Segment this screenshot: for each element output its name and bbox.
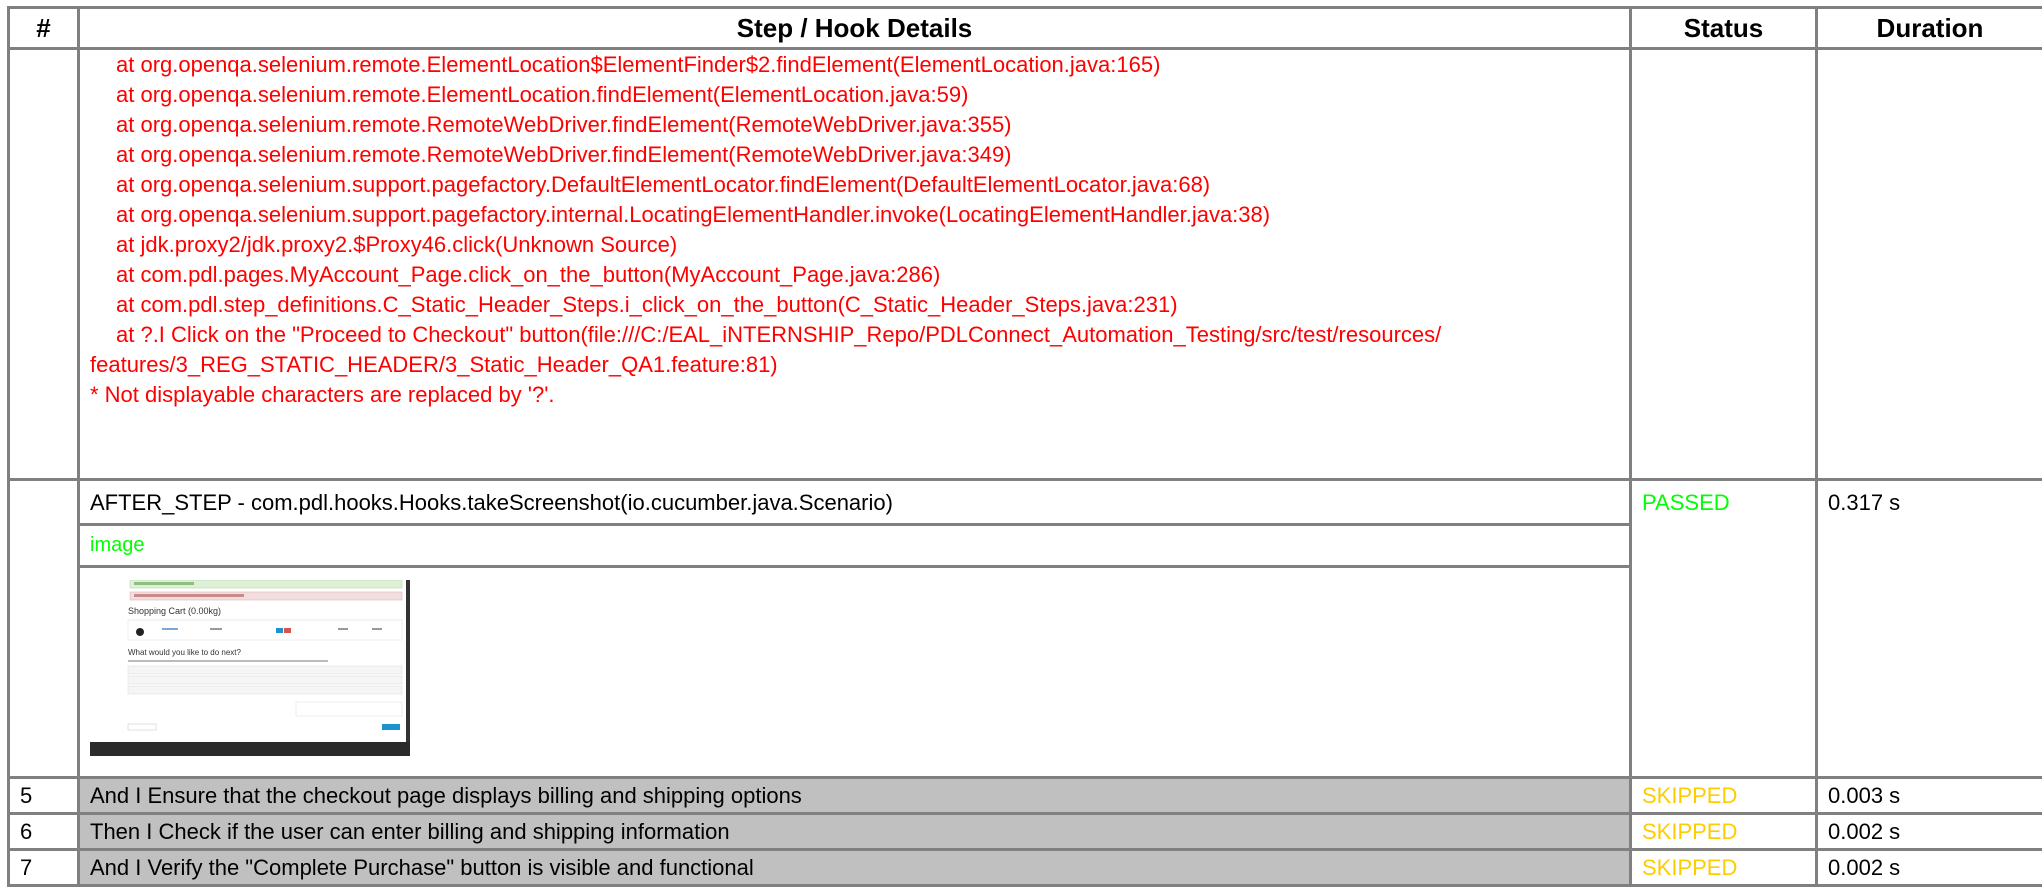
step-status: SKIPPED xyxy=(1631,814,1817,850)
stack-trace-status-cell xyxy=(1631,49,1817,480)
trace-line: at com.pdl.pages.MyAccount_Page.click_on… xyxy=(90,260,1619,290)
hook-row: AFTER_STEP - com.pdl.hooks.Hooks.takeScr… xyxy=(9,480,2042,778)
header-num: # xyxy=(9,8,79,49)
hook-details-cell: AFTER_STEP - com.pdl.hooks.Hooks.takeScr… xyxy=(79,480,1631,778)
step-num: 5 xyxy=(9,778,79,814)
hook-text: AFTER_STEP - com.pdl.hooks.Hooks.takeScr… xyxy=(80,481,1629,526)
trace-line: at org.openqa.selenium.remote.ElementLoc… xyxy=(90,50,1619,80)
trace-line: at org.openqa.selenium.remote.ElementLoc… xyxy=(90,80,1619,110)
header-details: Step / Hook Details xyxy=(79,8,1631,49)
screenshot-thumbnail[interactable]: Shopping Cart (0.00kg) What would you li… xyxy=(90,580,416,756)
trace-line: at com.pdl.step_definitions.C_Static_Hea… xyxy=(90,290,1619,320)
stack-trace-duration-cell xyxy=(1817,49,2042,480)
step-num: 6 xyxy=(9,814,79,850)
trace-line: at org.openqa.selenium.remote.RemoteWebD… xyxy=(90,110,1619,140)
step-row: 6 Then I Check if the user can enter bil… xyxy=(9,814,2042,850)
header-row: # Step / Hook Details Status Duration xyxy=(9,8,2042,49)
step-text: And I Verify the "Complete Purchase" but… xyxy=(79,850,1631,886)
trace-line-feature: at ?.I Click on the "Proceed to Checkout… xyxy=(90,320,1619,350)
step-text: Then I Check if the user can enter billi… xyxy=(79,814,1631,850)
step-duration: 0.002 s xyxy=(1817,814,2042,850)
stack-trace-num-cell xyxy=(9,49,79,480)
stack-trace-row: at org.openqa.selenium.remote.ElementLoc… xyxy=(9,49,2042,480)
trace-line: at jdk.proxy2/jdk.proxy2.$Proxy46.click(… xyxy=(90,230,1619,260)
trace-line-feature-cont: features/3_REG_STATIC_HEADER/3_Static_He… xyxy=(90,350,1619,380)
hook-image-link[interactable]: image xyxy=(80,526,1629,568)
hook-status: PASSED xyxy=(1631,480,1817,778)
trace-line: at org.openqa.selenium.remote.RemoteWebD… xyxy=(90,140,1619,170)
header-status: Status xyxy=(1631,8,1817,49)
trace-line: at org.openqa.selenium.support.pagefacto… xyxy=(90,200,1619,230)
trace-line: at org.openqa.selenium.support.pagefacto… xyxy=(90,170,1619,200)
step-duration: 0.002 s xyxy=(1817,850,2042,886)
hook-num-cell xyxy=(9,480,79,778)
trace-note: * Not displayable characters are replace… xyxy=(90,380,1619,410)
hook-duration: 0.317 s xyxy=(1817,480,2042,778)
step-row: 7 And I Verify the "Complete Purchase" b… xyxy=(9,850,2042,886)
step-num: 7 xyxy=(9,850,79,886)
step-status: SKIPPED xyxy=(1631,778,1817,814)
step-row: 5 And I Ensure that the checkout page di… xyxy=(9,778,2042,814)
thumbnail-next-heading: What would you like to do next? xyxy=(128,648,242,657)
step-text: And I Ensure that the checkout page disp… xyxy=(79,778,1631,814)
step-duration: 0.003 s xyxy=(1817,778,2042,814)
thumbnail-title: Shopping Cart (0.00kg) xyxy=(128,606,221,616)
header-duration: Duration xyxy=(1817,8,2042,49)
step-status: SKIPPED xyxy=(1631,850,1817,886)
stack-trace: at org.openqa.selenium.remote.ElementLoc… xyxy=(79,49,1631,480)
report-table: # Step / Hook Details Status Duration at… xyxy=(7,6,2042,887)
